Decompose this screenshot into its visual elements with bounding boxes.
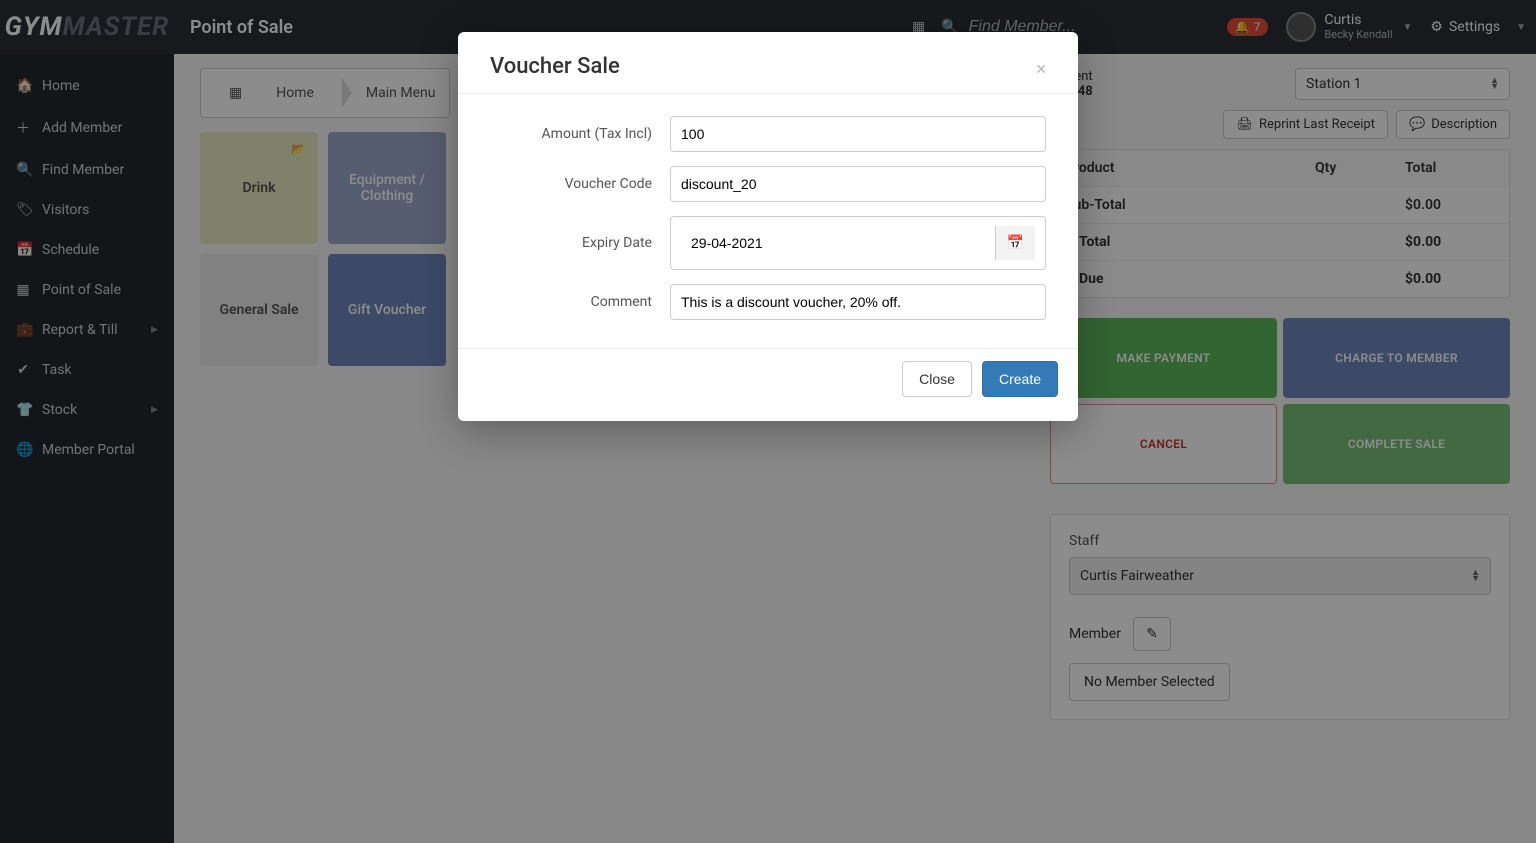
amount-label: Amount (Tax Incl)	[490, 126, 670, 142]
amount-input[interactable]	[670, 116, 1046, 152]
close-button[interactable]: Close	[902, 361, 972, 397]
expiry-date-label: Expiry Date	[490, 235, 670, 251]
voucher-sale-modal: Voucher Sale × Amount (Tax Incl) Voucher…	[458, 32, 1078, 421]
calendar-button[interactable]: 📅	[995, 226, 1035, 260]
voucher-code-label: Voucher Code	[490, 176, 670, 192]
expiry-date-input[interactable]	[681, 226, 995, 260]
close-icon[interactable]: ×	[1036, 59, 1046, 80]
comment-label: Comment	[490, 294, 670, 310]
create-button[interactable]: Create	[982, 361, 1058, 397]
comment-input[interactable]	[670, 284, 1046, 320]
calendar-icon: 📅	[1007, 235, 1024, 251]
modal-overlay[interactable]: Voucher Sale × Amount (Tax Incl) Voucher…	[0, 0, 1536, 843]
modal-title: Voucher Sale	[490, 54, 1046, 79]
voucher-code-input[interactable]	[670, 166, 1046, 202]
